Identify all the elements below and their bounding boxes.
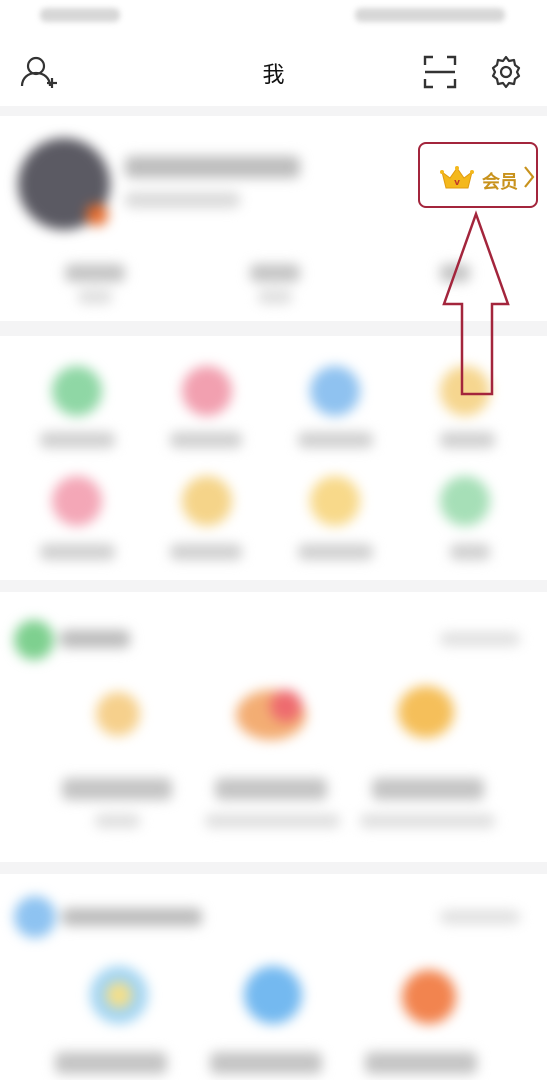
annotation-arrow-icon bbox=[442, 210, 510, 396]
crown-icon: v bbox=[440, 166, 474, 189]
status-left-icons bbox=[40, 8, 120, 22]
section-item[interactable] bbox=[96, 692, 140, 736]
grid-item[interactable] bbox=[310, 366, 360, 416]
svg-text:v: v bbox=[454, 178, 460, 188]
grid-item[interactable] bbox=[440, 476, 490, 526]
grid-item[interactable] bbox=[52, 476, 102, 526]
section-item[interactable] bbox=[398, 686, 454, 738]
grid-item[interactable] bbox=[182, 366, 232, 416]
page-title: 我 bbox=[262, 63, 285, 88]
section-item[interactable] bbox=[244, 966, 302, 1024]
grid-item[interactable] bbox=[182, 476, 232, 526]
member-label: 会员 bbox=[482, 172, 518, 193]
chevron-right-icon bbox=[524, 166, 535, 188]
section-card-2 bbox=[0, 874, 547, 1080]
status-bar bbox=[0, 0, 547, 38]
section-card-1 bbox=[0, 592, 547, 862]
grid-item[interactable] bbox=[52, 366, 102, 416]
grid-item[interactable] bbox=[310, 476, 360, 526]
status-right-icons bbox=[355, 8, 505, 22]
section-item[interactable] bbox=[402, 970, 456, 1024]
member-button[interactable]: v 会员 bbox=[418, 142, 538, 208]
